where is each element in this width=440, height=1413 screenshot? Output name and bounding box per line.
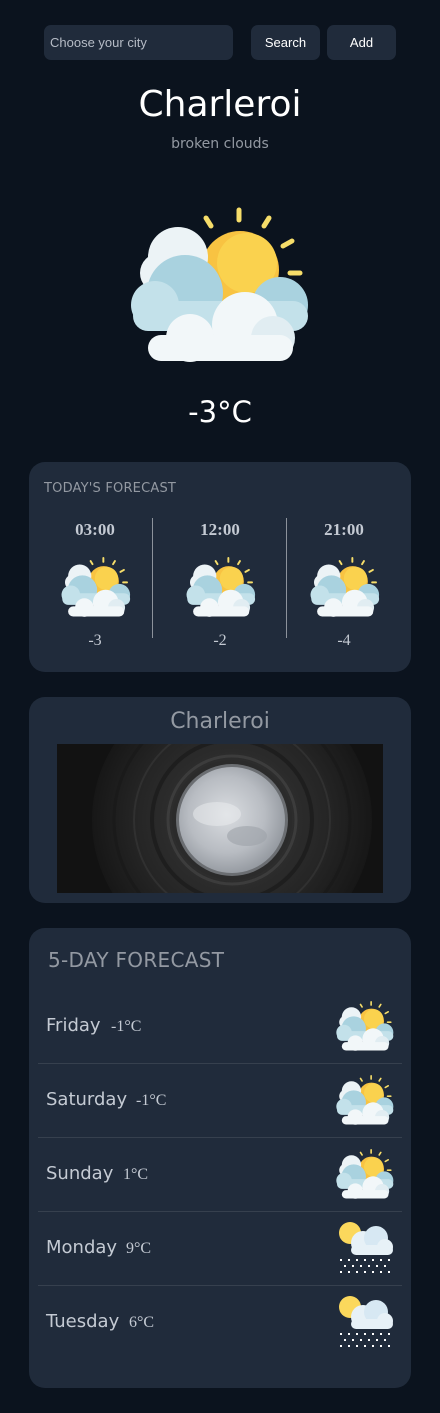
sun-behind-clouds-icon [130, 205, 310, 365]
current-city-name: Charleroi [138, 84, 302, 125]
day-name: Monday [46, 1237, 118, 1258]
forecast-temperature: -2 [213, 632, 227, 649]
forecast-temperature: -3 [88, 632, 102, 649]
rain-cloud-icon [336, 1295, 394, 1349]
forecast-slot: 21:00 -4 [282, 518, 406, 649]
day-row: Sunday 1°C [38, 1138, 402, 1212]
forecast-slot: 03:00 -3 [33, 518, 157, 649]
search-button[interactable]: Search [251, 25, 320, 60]
day-row: Monday 9°C [38, 1212, 402, 1286]
current-condition: broken clouds [171, 136, 269, 152]
day-name: Saturday [46, 1089, 128, 1110]
day-temperature: 1°C [123, 1166, 149, 1183]
day-row: Friday -1°C [38, 990, 402, 1064]
forecast-temperature: -4 [337, 632, 351, 649]
current-temperature: -3°C [188, 395, 252, 429]
day-name: Friday [46, 1015, 101, 1036]
day-temperature: 6°C [129, 1314, 155, 1331]
five-day-forecast-title: 5-DAY FORECAST [48, 948, 225, 972]
sun-behind-clouds-icon [336, 1073, 394, 1127]
day-row: Saturday -1°C [38, 1064, 402, 1138]
sun-behind-clouds-icon [336, 1147, 394, 1201]
sun-behind-clouds-icon [336, 999, 394, 1053]
todays-forecast-title: TODAY'S FORECAST [44, 481, 177, 496]
slot-divider [152, 518, 153, 638]
day-temperature: -1°C [111, 1018, 142, 1035]
day-temperature: 9°C [126, 1240, 152, 1257]
day-name: Tuesday [46, 1311, 120, 1332]
city-search-input[interactable] [44, 25, 233, 60]
rain-cloud-icon [336, 1221, 394, 1275]
city-photo [57, 744, 383, 893]
sun-behind-clouds-icon [186, 556, 256, 618]
forecast-slot: 12:00 -2 [158, 518, 282, 649]
day-row: Tuesday 6°C [38, 1286, 402, 1360]
five-day-forecast-card: 5-DAY FORECAST Friday -1°C Saturday -1°C… [29, 928, 411, 1388]
city-photo-title: Charleroi [170, 709, 270, 734]
day-temperature: -1°C [136, 1092, 167, 1109]
forecast-time: 12:00 [200, 520, 240, 539]
day-name: Sunday [46, 1163, 114, 1184]
city-photo-card: Charleroi [29, 697, 411, 903]
forecast-time: 21:00 [324, 520, 364, 539]
add-city-button[interactable]: Add [327, 25, 396, 60]
sun-behind-clouds-icon [310, 556, 380, 618]
search-bar: Search Add [44, 25, 396, 60]
sun-behind-clouds-icon [61, 556, 131, 618]
forecast-time: 03:00 [75, 520, 115, 539]
todays-forecast-card: TODAY'S FORECAST 03:00 -3 12:00 -2 21:00… [29, 462, 411, 672]
